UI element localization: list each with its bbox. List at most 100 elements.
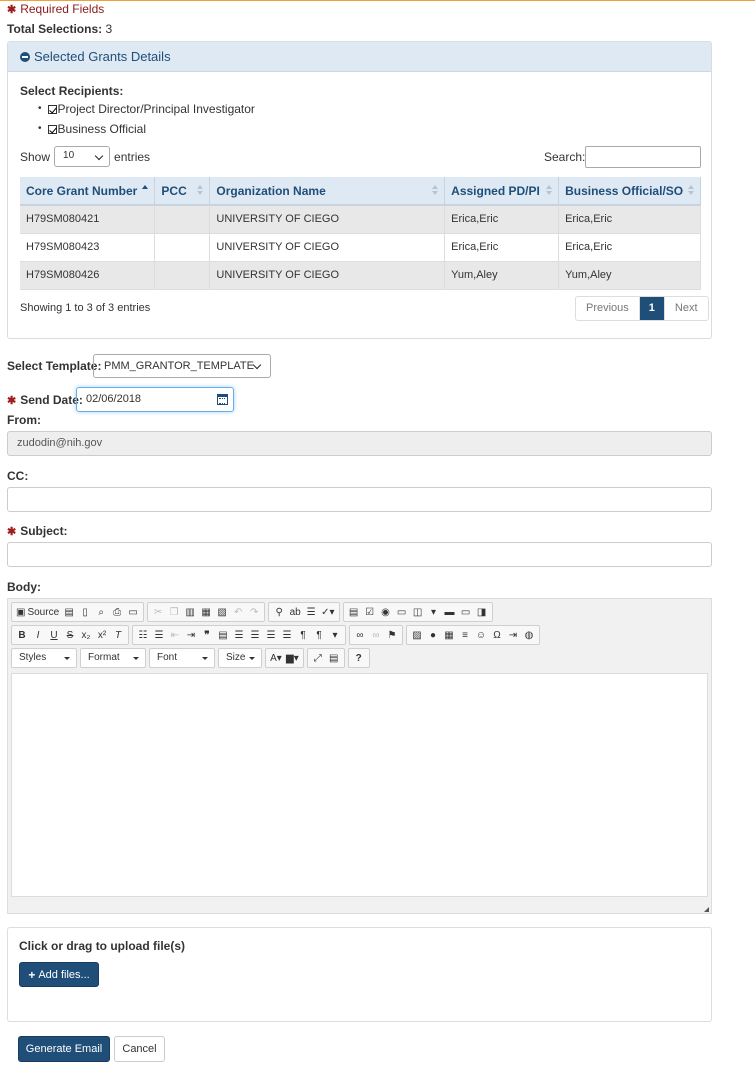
cell-core-grant-number: H79SM080426 — [20, 261, 156, 290]
cut-icon[interactable]: ✂ — [150, 604, 166, 620]
new-page-icon[interactable]: ▯ — [77, 604, 93, 620]
cell-core-grant-number: H79SM080421 — [20, 205, 156, 234]
form-icon[interactable]: ▤ — [346, 604, 362, 620]
save-icon[interactable]: ▤ — [61, 604, 77, 620]
horizontal-rule-icon[interactable]: ≡ — [457, 627, 473, 643]
toolbar-group-insert: ▨ ● ▦ ≡ ☺ Ω ⇥ ◍ — [406, 625, 540, 645]
page-break-icon[interactable]: ⇥ — [505, 627, 521, 643]
image-icon[interactable]: ▨ — [409, 627, 425, 643]
add-files-button[interactable]: + Add files... — [19, 962, 99, 987]
editor-content-area[interactable] — [11, 673, 708, 897]
cell-assigned-pd-pi: Yum,Aley — [444, 261, 560, 290]
text-color-icon[interactable]: A▾ — [268, 650, 284, 666]
paste-text-icon[interactable]: ▦ — [198, 604, 214, 620]
file-upload-zone[interactable]: Click or drag to upload file(s) + Add fil… — [7, 927, 712, 1022]
chevron-down-icon — [252, 360, 262, 370]
column-header-assigned-pd-pi[interactable]: Assigned PD/PI — [444, 177, 560, 206]
page-length-select[interactable]: 10 — [54, 146, 111, 167]
radio-icon[interactable]: ◉ — [378, 604, 394, 620]
unlink-icon[interactable]: ∞ — [368, 627, 384, 643]
bold-icon[interactable]: B — [14, 627, 30, 643]
panel-header-toggle[interactable]: Selected Grants Details — [8, 42, 711, 72]
size-dropdown[interactable]: Size — [218, 648, 262, 668]
cancel-button[interactable]: Cancel — [114, 1036, 165, 1062]
paste-icon[interactable]: ▥ — [182, 604, 198, 620]
outdent-icon[interactable]: ⇤ — [167, 627, 183, 643]
source-button[interactable]: ▣ Source — [14, 604, 61, 620]
maximize-icon[interactable]: ⤢ — [310, 650, 326, 666]
smiley-icon[interactable]: ☺ — [473, 627, 489, 643]
undo-icon[interactable]: ↶ — [230, 604, 246, 620]
hidden-field-icon[interactable]: ◨ — [474, 604, 490, 620]
align-left-icon[interactable]: ☰ — [231, 627, 247, 643]
cell-pcc — [154, 261, 211, 290]
textarea-icon[interactable]: ◫ — [410, 604, 426, 620]
align-center-icon[interactable]: ☰ — [247, 627, 263, 643]
italic-icon[interactable]: I — [30, 627, 46, 643]
text-field-icon[interactable]: ▭ — [394, 604, 410, 620]
redo-icon[interactable]: ↷ — [246, 604, 262, 620]
div-container-icon[interactable]: ▤ — [215, 627, 231, 643]
remove-format-icon[interactable]: T — [110, 627, 126, 643]
help-icon[interactable]: ? — [351, 650, 367, 666]
format-dropdown[interactable]: Format — [80, 648, 146, 668]
column-header-pcc[interactable]: PCC — [154, 177, 211, 206]
templates-icon[interactable]: ▭ — [125, 604, 141, 620]
column-header-organization-name[interactable]: Organization Name — [209, 177, 446, 206]
recipient-business-official-checkbox[interactable] — [47, 124, 57, 134]
template-select[interactable]: PMM_GRANTOR_TEMPLATE — [93, 354, 271, 378]
select-field-icon[interactable]: ▾ — [426, 604, 442, 620]
previous-page-button[interactable]: Previous — [576, 297, 640, 320]
styles-dropdown[interactable]: Styles — [11, 648, 77, 668]
copy-icon[interactable]: ❐ — [166, 604, 182, 620]
link-icon[interactable]: ∞ — [352, 627, 368, 643]
select-all-icon[interactable]: ☰ — [303, 604, 319, 620]
rtl-icon[interactable]: ¶ — [311, 627, 327, 643]
flash-icon[interactable]: ● — [425, 627, 441, 643]
strikethrough-icon[interactable]: S — [62, 627, 78, 643]
checkbox-icon[interactable]: ☑ — [362, 604, 378, 620]
bulleted-list-icon[interactable]: ☰ — [151, 627, 167, 643]
ltr-icon[interactable]: ¶ — [295, 627, 311, 643]
show-blocks-icon[interactable]: ▤ — [326, 650, 342, 666]
button-field-icon[interactable]: ▬ — [442, 604, 458, 620]
subscript-icon[interactable]: x₂ — [78, 627, 94, 643]
table-icon[interactable]: ▦ — [441, 627, 457, 643]
spellcheck-icon[interactable]: ✓▾ — [319, 604, 336, 620]
numbered-list-icon[interactable]: ☷ — [135, 627, 151, 643]
recipient-pd-pi-checkbox[interactable] — [47, 104, 57, 114]
language-icon[interactable]: ▾ — [327, 627, 343, 643]
print-icon[interactable]: ⎙ — [109, 604, 125, 620]
collapse-minus-icon[interactable] — [20, 52, 30, 62]
paste-word-icon[interactable]: ▧ — [214, 604, 230, 620]
anchor-icon[interactable]: ⚑ — [384, 627, 400, 643]
font-dropdown[interactable]: Font — [149, 648, 215, 668]
cc-field[interactable] — [7, 487, 712, 512]
blockquote-icon[interactable]: ❞ — [199, 627, 215, 643]
underline-icon[interactable]: U — [46, 627, 62, 643]
special-char-icon[interactable]: Ω — [489, 627, 505, 643]
generate-email-button[interactable]: Generate Email — [18, 1036, 110, 1062]
justify-icon[interactable]: ☰ — [279, 627, 295, 643]
resize-handle-icon[interactable] — [704, 907, 709, 912]
background-color-icon[interactable]: ▆▾ — [284, 650, 301, 666]
subject-field[interactable] — [7, 542, 712, 567]
calendar-icon[interactable] — [217, 394, 228, 405]
image-button-icon[interactable]: ▭ — [458, 604, 474, 620]
column-header-core-grant-number[interactable]: Core Grant Number — [20, 177, 156, 206]
column-header-business-official[interactable]: Business Official/SO — [558, 177, 701, 206]
replace-icon[interactable]: ab — [287, 604, 303, 620]
from-field[interactable]: zudodin@nih.gov — [7, 431, 712, 456]
search-input[interactable] — [585, 146, 701, 168]
preview-icon[interactable]: ⌕ — [93, 604, 109, 620]
upload-label: Click or drag to upload file(s) — [19, 939, 186, 953]
iframe-icon[interactable]: ◍ — [521, 627, 537, 643]
align-right-icon[interactable]: ☰ — [263, 627, 279, 643]
superscript-icon[interactable]: x² — [94, 627, 110, 643]
next-page-button[interactable]: Next — [665, 297, 708, 320]
find-icon[interactable]: ⚲ — [271, 604, 287, 620]
page-1-button[interactable]: 1 — [639, 297, 665, 320]
cell-assigned-pd-pi: Erica,Eric — [444, 233, 560, 262]
send-date-input[interactable]: 02/06/2018 — [76, 387, 234, 412]
indent-icon[interactable]: ⇥ — [183, 627, 199, 643]
